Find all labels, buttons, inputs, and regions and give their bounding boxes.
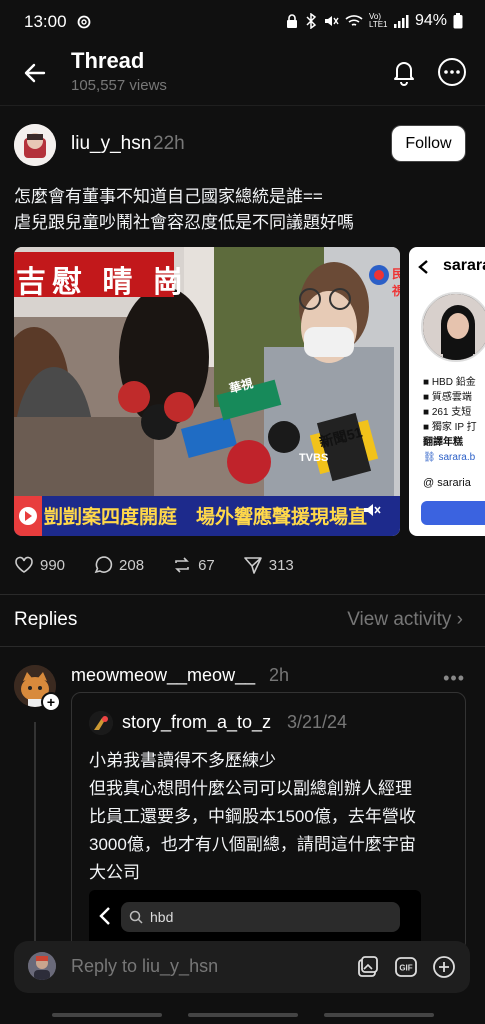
share-action[interactable]: 313 [243,555,294,575]
channel-logo: 民視 [392,267,400,298]
bio-line: ■ HBD 鉛金 [423,377,476,388]
post-time: 22h [153,133,185,154]
network-label: Vo) LTE1 [368,12,388,29]
bio-line: ■ 質感雲端 [423,392,472,403]
post-text-line: 怎麼會有董事不知道自己國家總統是誰== [14,187,323,206]
quoted-text-line: 大公司 [89,863,140,882]
status-icons: Vo) LTE1 94% [285,12,463,30]
post-text-line: 虐兒跟兒童吵鬧社會容忍度低是不同議題好嗎 [14,213,354,232]
divider [0,646,485,647]
author-avatar[interactable] [14,124,56,166]
quoted-text: 小弟我書讀得不多歷練少 但我真心想問什麼公司可以副總創辦人經理 比員工還要多，中… [89,747,449,887]
share-count: 313 [268,556,294,574]
post-body: 怎麼會有董事不知道自己國家總統是誰== 虐兒跟兒童吵鬧社會容忍度低是不同議題好嗎 [14,184,474,236]
bell-icon[interactable] [390,58,418,86]
repost-action[interactable]: 67 [172,555,215,575]
view-count: 105,557 views [71,77,167,94]
profile-handle: @ sararia [423,477,471,489]
image-attach-icon[interactable] [356,955,380,979]
comment-action[interactable]: 208 [93,555,144,575]
bio-line: 翻譯年糕 [423,437,463,448]
send-icon [243,557,262,574]
mute-icon [324,16,339,26]
search-icon [129,910,143,924]
quoted-text-line: 3000億，也才有八個副總，請問這什麼宇宙 [89,835,416,854]
quoted-search-text: hbd [150,909,174,925]
like-action[interactable]: 990 [14,556,65,574]
repost-icon [175,557,189,573]
banner-text: 吉慰 晴 崗 [16,266,189,299]
profile-photo [421,292,485,362]
heart-icon [15,556,33,573]
nav-back[interactable] [324,1013,434,1017]
post-media-video[interactable]: 吉慰 晴 崗 民視 華視 TVBS 新聞51 剴剴案四度開庭 場外響應聲援現場直 [14,247,400,536]
battery-icon [453,13,463,29]
post-actions: 990 208 67 313 [14,553,322,577]
add-icon[interactable] [432,955,456,979]
profile-link-text: sarara.b [438,452,476,463]
author-username[interactable]: liu_y_hsn [71,133,151,155]
chevron-left-icon [418,260,428,274]
battery-percent: 94% [414,12,447,29]
wifi-icon [345,15,363,26]
page-title: Thread [71,48,145,73]
follow-plus-icon[interactable]: + [41,692,61,712]
more-options-icon[interactable] [437,57,467,87]
profile-handle-text: sararia [437,477,471,489]
signal-icon [393,15,409,28]
chevron-left-icon [99,907,110,925]
gif-icon[interactable]: GIF [394,955,418,979]
follow-button[interactable]: Follow [391,125,466,162]
nav-home[interactable] [188,1013,298,1017]
view-activity-link[interactable]: View activity › [347,609,463,631]
nav-recent-apps[interactable] [52,1013,162,1017]
lock-icon [286,14,297,28]
quoted-username: story_from_a_to_z [122,712,272,732]
profile-link: ⛓ sarara.b [423,452,476,463]
profile-bio: ■ HBD 鉛金 ■ 質感雲端 ■ 261 支短 ■ 獨家 IP 打 翻譯年糕 [423,375,477,450]
view-activity-text: View activity [347,609,452,630]
reply-time: 2h [269,665,290,685]
profile-follow-button [421,501,485,525]
current-user-avatar [28,952,56,980]
quoted-date: 3/21/24 [287,712,348,732]
status-time: 13:00 [24,12,67,31]
back-arrow-icon[interactable] [22,60,48,86]
quoted-text-line: 小弟我書讀得不多歷練少 [89,751,276,770]
quoted-search-bar: hbd [121,902,400,932]
bluetooth-icon [306,13,317,29]
replies-heading: Replies [14,609,78,630]
quoted-text-line: 但我真心想問什麼公司可以副總創辦人經理 [89,779,412,798]
muted-icon[interactable] [360,499,382,521]
comment-count: 208 [119,556,145,574]
like-count: 990 [40,556,66,574]
reply-username[interactable]: meowmeow__meow__ [71,665,255,686]
chevron-right-icon: › [456,609,463,630]
bio-line: ■ 261 支短 [423,407,472,418]
reply-more-icon[interactable]: ••• [443,668,465,689]
bio-line: ■ 獨家 IP 打 [423,422,477,433]
post-media-image[interactable]: sarara ■ HBD 鉛金 ■ 質感雲端 ■ 261 支短 ■ 獨家 IP … [409,247,485,536]
video-caption: 剴剴案四度開庭 場外響應聲援現場直 [44,507,368,528]
profile-name: sarara [443,257,485,274]
repost-count: 67 [198,556,215,574]
quoted-text-line: 比員工還要多，中鋼股本1500億，去年營收 [89,807,416,826]
threads-status-icon [77,15,91,29]
mic-label: TVBS [299,452,329,464]
thread-connector [34,722,36,952]
svg-text:GIF: GIF [399,964,412,973]
reply-input[interactable]: Reply to liu_y_hsn [71,956,218,977]
divider [0,594,485,595]
comment-icon [94,556,113,574]
quoted-author-avatar [89,711,113,735]
